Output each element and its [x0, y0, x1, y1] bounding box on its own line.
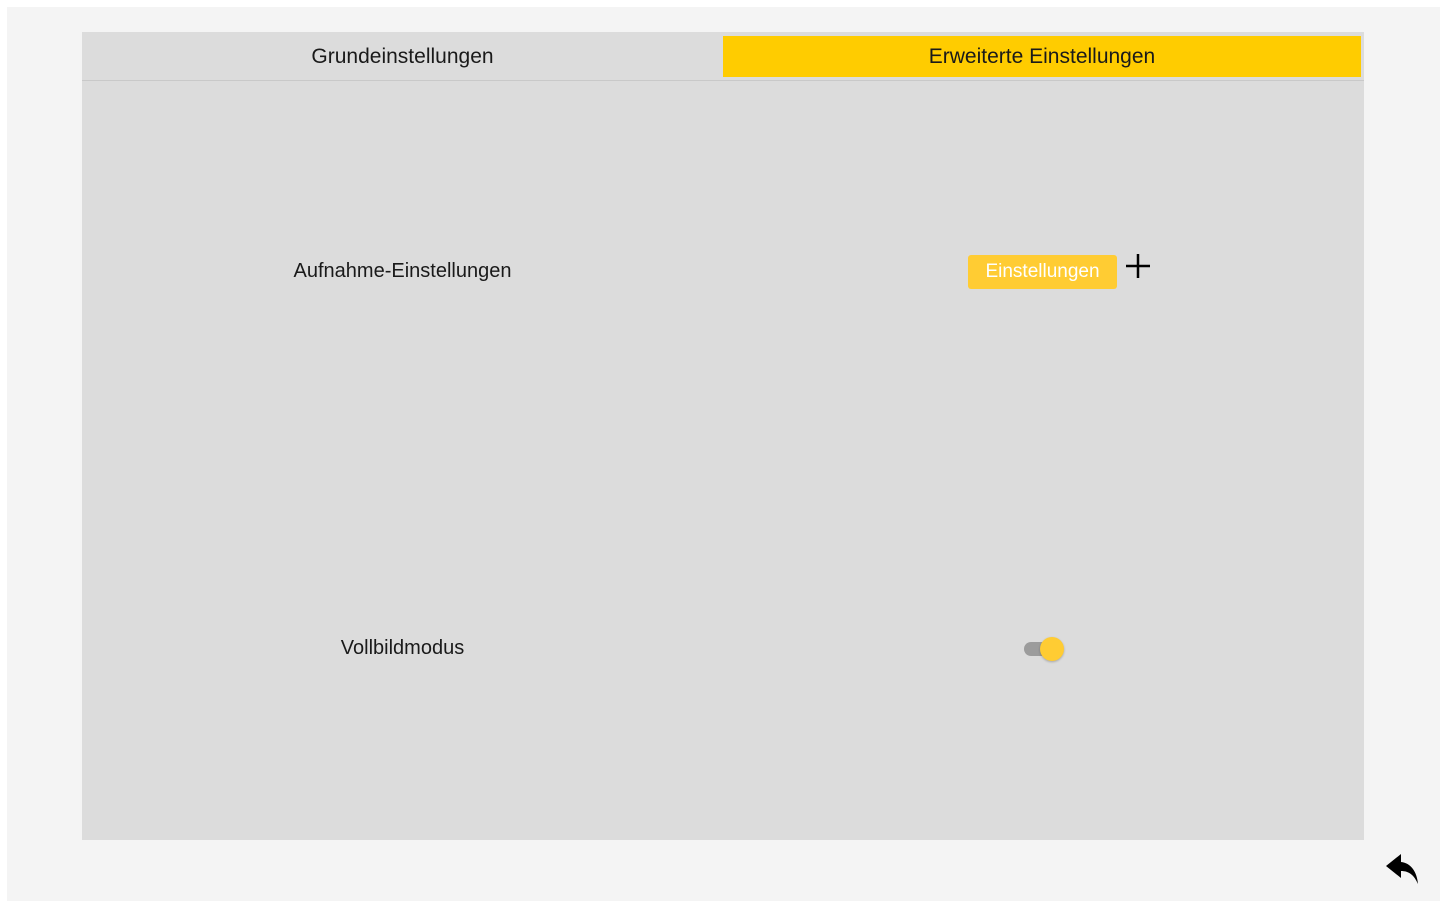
back-button[interactable]: [1383, 851, 1423, 891]
tab-advanced-settings-label: Erweiterte Einstellungen: [928, 44, 1156, 68]
settings-panel: Grundeinstellungen Erweiterte Einstellun…: [82, 32, 1364, 840]
tab-basic-settings[interactable]: Grundeinstellungen: [82, 36, 723, 77]
recording-settings-label: Aufnahme-Einstellungen: [293, 260, 512, 282]
crosshair-cursor-icon: [1126, 254, 1150, 278]
fullscreen-mode-label: Vollbildmodus: [340, 637, 465, 659]
app-screen: Grundeinstellungen Erweiterte Einstellun…: [7, 7, 1440, 901]
tab-basic-settings-label: Grundeinstellungen: [311, 44, 494, 68]
tab-advanced-settings[interactable]: Erweiterte Einstellungen: [723, 36, 1361, 77]
recording-settings-button[interactable]: Einstellungen: [968, 255, 1117, 289]
fullscreen-toggle-thumb: [1040, 637, 1064, 661]
fullscreen-toggle[interactable]: [1023, 636, 1069, 662]
tab-bar: Grundeinstellungen Erweiterte Einstellun…: [82, 32, 1364, 81]
back-arrow-icon: [1386, 854, 1418, 884]
